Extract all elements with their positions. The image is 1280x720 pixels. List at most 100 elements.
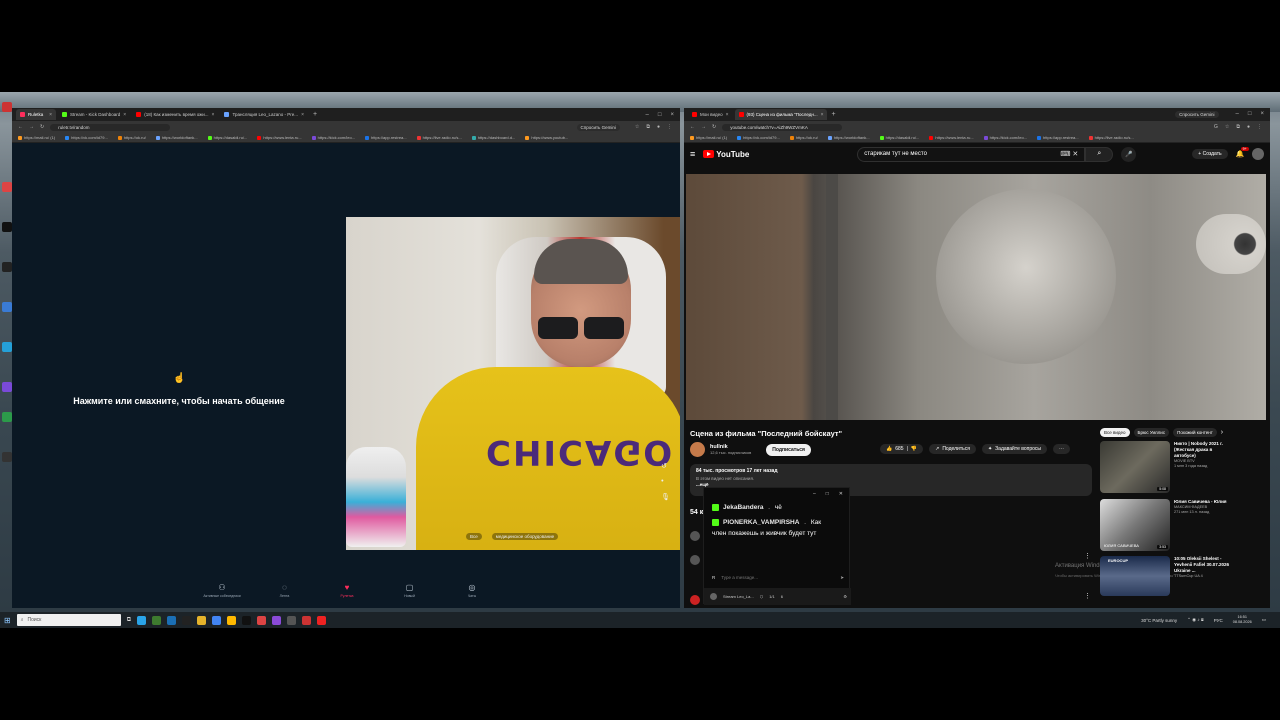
minimize-icon[interactable]: – [813,491,816,497]
forward-icon[interactable]: → [701,124,706,130]
maximize-icon[interactable]: □ [826,491,829,497]
chat-username[interactable]: PIONERKA_VAMPIRSHA [723,519,799,526]
bookmark-item[interactable]: https://vk.com/id79... [737,135,780,140]
desktop-app-icon[interactable] [2,412,12,422]
send-icon[interactable]: ➤ [840,575,844,581]
maximize-icon[interactable]: □ [1248,111,1252,118]
chevron-right-icon[interactable]: › [1221,429,1223,436]
avatar[interactable] [1252,148,1265,160]
star-icon[interactable]: ☆ [1225,124,1229,130]
taskbar-search[interactable]: ⌕ Поиск [16,614,121,626]
voice-search-icon[interactable]: 🎤 [1121,146,1137,162]
reload-icon[interactable]: ↻ [712,124,716,130]
weather-widget[interactable]: 30°C Partly sunny [1141,618,1177,623]
close-window-icon[interactable]: × [670,112,674,118]
close-icon[interactable]: × [212,112,215,118]
tab-kick-dashboard[interactable]: Stream - Kick Dashboard × [58,109,130,120]
youtube-logo[interactable]: YouTube [703,150,749,159]
stream-name[interactable]: Stream Leo_La... [723,594,754,599]
bookmark-item[interactable]: https://worldoftank... [155,135,198,140]
bookmark-item[interactable]: https://ok.ru/ [117,135,146,140]
bookmark-item[interactable]: https://kick.com/leo... [983,135,1027,140]
url-field[interactable]: youtube.com/watch?v=AiZh9WZVmKA [722,123,843,131]
forward-icon[interactable]: → [29,124,34,130]
recommendation-item[interactable]: 5:08 Никто | Nobody 2021 г. (Жесткая дра… [1100,441,1234,493]
recommendation-thumbnail[interactable]: ЮЛИЯ САВИЧЕВА 3:53 [1100,499,1170,551]
recommendation-thumbnail[interactable]: 5:08 [1100,441,1170,493]
minimize-icon[interactable]: – [1236,111,1239,118]
search-button[interactable]: ⌕ [1085,146,1114,162]
camera-switch-icon[interactable]: ↺ [661,462,670,470]
channel-avatar[interactable] [690,442,705,457]
app-icon[interactable] [317,615,326,625]
video-player[interactable] [686,174,1266,420]
tiktok-icon[interactable] [242,615,251,625]
bookmark-item[interactable]: https://mail.ru/ (1) [18,135,55,140]
folder-icon[interactable] [227,615,236,625]
desktop-app-icon[interactable] [2,452,12,462]
nav-active-users[interactable]: ⚇ Активные собеседники [202,583,242,598]
star-icon[interactable]: ☆ [635,124,639,131]
reload-icon[interactable]: ↻ [40,124,44,130]
desktop-app-icon[interactable] [2,182,12,192]
filter-all-chip[interactable]: Все [466,533,482,540]
recommendation-item[interactable]: EUROCUP 10:05 Oleksii Shelest - Yevhenii… [1100,556,1234,596]
chip-all-videos[interactable]: Все видео [1100,428,1130,437]
close-icon[interactable]: × [821,112,824,118]
close-icon[interactable]: × [49,112,52,118]
language-indicator[interactable]: РУС [1214,618,1223,623]
app-icon[interactable] [257,615,266,625]
back-icon[interactable]: ← [18,124,23,130]
app-icon[interactable] [302,615,311,625]
nav-new[interactable]: ▢ Новый [390,583,430,598]
tab-broadcast[interactable]: Трансляция Leo_Lazano - Pre... × [220,109,308,120]
tab-youtube-time[interactable]: (18) Как изменить время ожи... × [132,109,218,120]
recommendation-thumbnail[interactable]: EUROCUP [1100,556,1170,596]
profile-icon[interactable]: ● [1247,124,1250,130]
bookmark-item[interactable]: https://www.lenta.ru... [929,135,974,140]
like-button[interactable]: 👍 685 | 👎 [880,444,924,454]
recommendation-title[interactable]: 10:05 Oleksii Shelest - Yevhenii Fafiel … [1174,556,1234,574]
notifications-icon[interactable]: 🔔 9+ [1236,147,1249,158]
menu-icon[interactable]: ⋮ [1257,124,1262,130]
start-chat-prompt[interactable]: Нажмите или смахните, чтобы начать общен… [12,396,346,406]
subscribe-button[interactable]: Подписаться [766,443,811,456]
tab-my-videos[interactable]: Мои видео × [688,109,733,120]
clear-search-icon[interactable]: ⌨ ✕ [1060,150,1078,158]
app-icon[interactable] [182,615,191,625]
bookmark-item[interactable]: https://vk.com/id79... [65,135,108,140]
more-actions-button[interactable]: ⋯ [1052,444,1070,454]
bookmark-item[interactable]: https://live.radio.ru/s... [416,135,462,140]
share-button[interactable]: ↗ Поделиться [929,444,976,454]
gemini-button[interactable]: Спросить Gemini [576,123,620,131]
chat-input[interactable]: R Type a message... ➤ [712,572,844,583]
camera-dot-icon[interactable]: • [661,478,670,485]
bookmark-item[interactable]: https://dashboard.d... [471,135,515,140]
gemini-button[interactable]: Спросить Gemini [1175,111,1219,118]
bookmark-item[interactable]: https://dasaldi.ru/... [879,135,919,140]
google-icon[interactable]: G [1214,124,1218,130]
notification-center-icon[interactable]: ▭ [1262,617,1266,623]
nav-ruletka[interactable]: ♥ Рулетка [327,583,367,598]
new-tab-button[interactable]: + [310,111,320,118]
back-icon[interactable]: ← [690,124,695,130]
recommendation-title[interactable]: Никто | Nobody 2021 г. (Жесткая драка в … [1174,441,1234,459]
profile-icon[interactable]: ● [657,124,660,131]
floating-chat-window[interactable]: – □ ✕ JekaBandera ⌄ чё PIONERKA_VAMPIRSH… [703,487,851,605]
comment-more-icon[interactable]: ⋮ [1084,592,1091,600]
recommendation-item[interactable]: ЮЛИЯ САВИЧЕВА 3:53 Юлия Савичева - Юлия … [1100,499,1234,551]
steam-icon[interactable] [167,615,176,625]
nav-chats[interactable]: ◎ Чаты [452,583,492,598]
chat-username[interactable]: JekaBandera [723,504,763,511]
app-icon[interactable] [197,615,206,625]
bookmark-item[interactable]: https://www.lenta.ru... [257,135,302,140]
desktop-app-icon[interactable] [2,222,12,232]
ask-button[interactable]: ✦ Задавайте вопросы [981,444,1047,454]
bookmark-item[interactable]: https://dasaldi.ru/... [207,135,247,140]
menu-icon[interactable]: ⋮ [667,124,672,131]
close-window-icon[interactable]: × [1260,111,1264,118]
nav-feed[interactable]: ◌ Лента [265,583,305,598]
minimize-icon[interactable]: – [646,112,649,118]
desktop-app-icon[interactable] [2,262,12,272]
equipment-chip[interactable]: медицинское оборудование [491,533,559,540]
